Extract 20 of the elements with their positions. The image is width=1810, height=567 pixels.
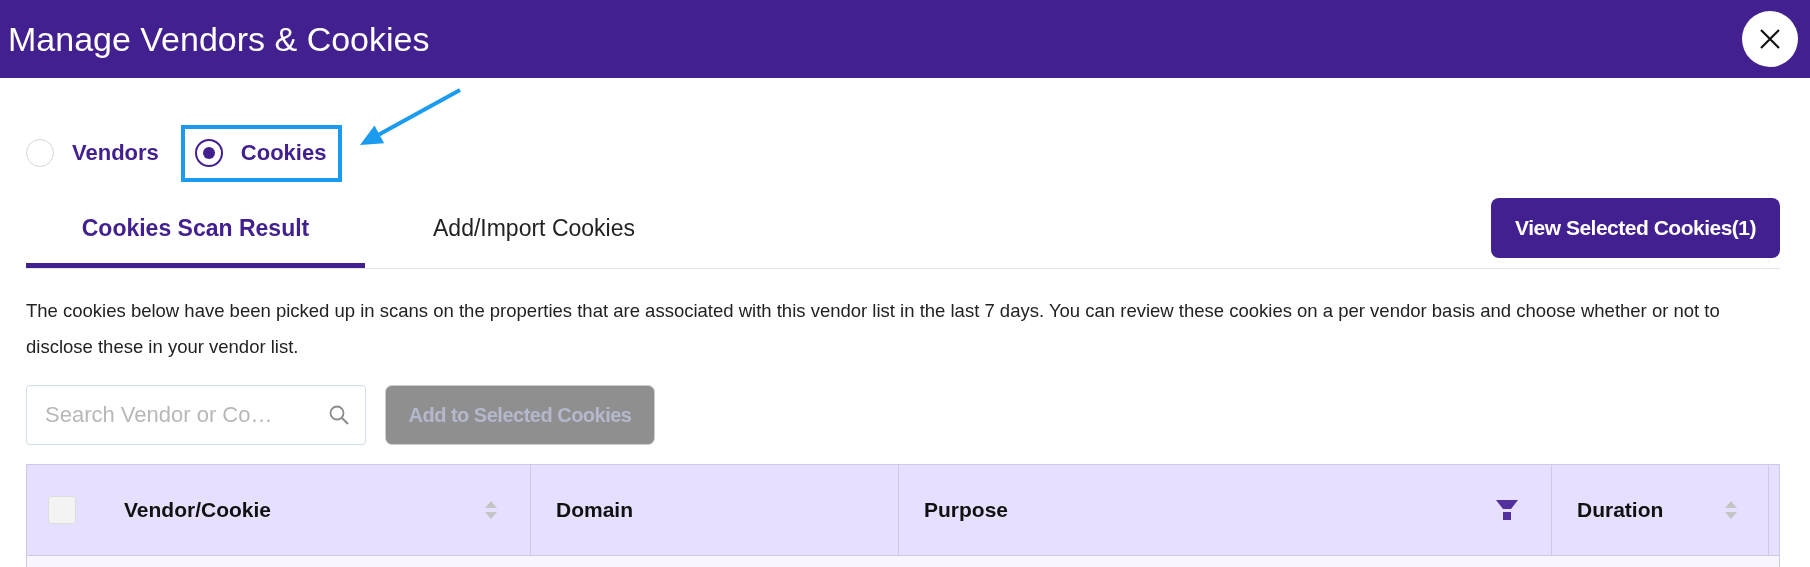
radio-option[interactable]: Vendors <box>26 124 175 182</box>
column-header: Purpose <box>924 498 1009 522</box>
filter-icon[interactable] <box>1495 499 1519 521</box>
column-header: Vendor/Cookie <box>124 498 273 522</box>
close-icon <box>1759 28 1781 50</box>
highlighted-radio-option[interactable]: Cookies <box>180 124 343 182</box>
radio-button[interactable] <box>194 139 223 167</box>
sort-icon[interactable] <box>1724 499 1738 521</box>
view-selected-button[interactable]: View Selected Cookies(1) <box>1491 198 1780 258</box>
select-all-checkbox[interactable] <box>48 496 76 524</box>
description: The cookies below have been picked up in scans on the properties that are associated with this vendor list in the last 7 days. You can review these cookies on a per vendor basis and choose whether or not to disclose these in your vendor list. <box>26 299 1721 359</box>
sort-icon[interactable] <box>484 499 498 521</box>
search-field[interactable]: Search Vendor or Co… <box>26 385 366 445</box>
window-title: Manage Vendors & Cookies <box>8 19 430 59</box>
tab[interactable]: Cookies Scan Result <box>26 188 365 268</box>
close-button[interactable] <box>1742 11 1798 67</box>
tab[interactable]: Add/Import Cookies <box>365 188 703 268</box>
search-icon <box>328 404 350 426</box>
column-header: Duration <box>1577 498 1664 522</box>
column-header: Domain <box>556 498 633 522</box>
